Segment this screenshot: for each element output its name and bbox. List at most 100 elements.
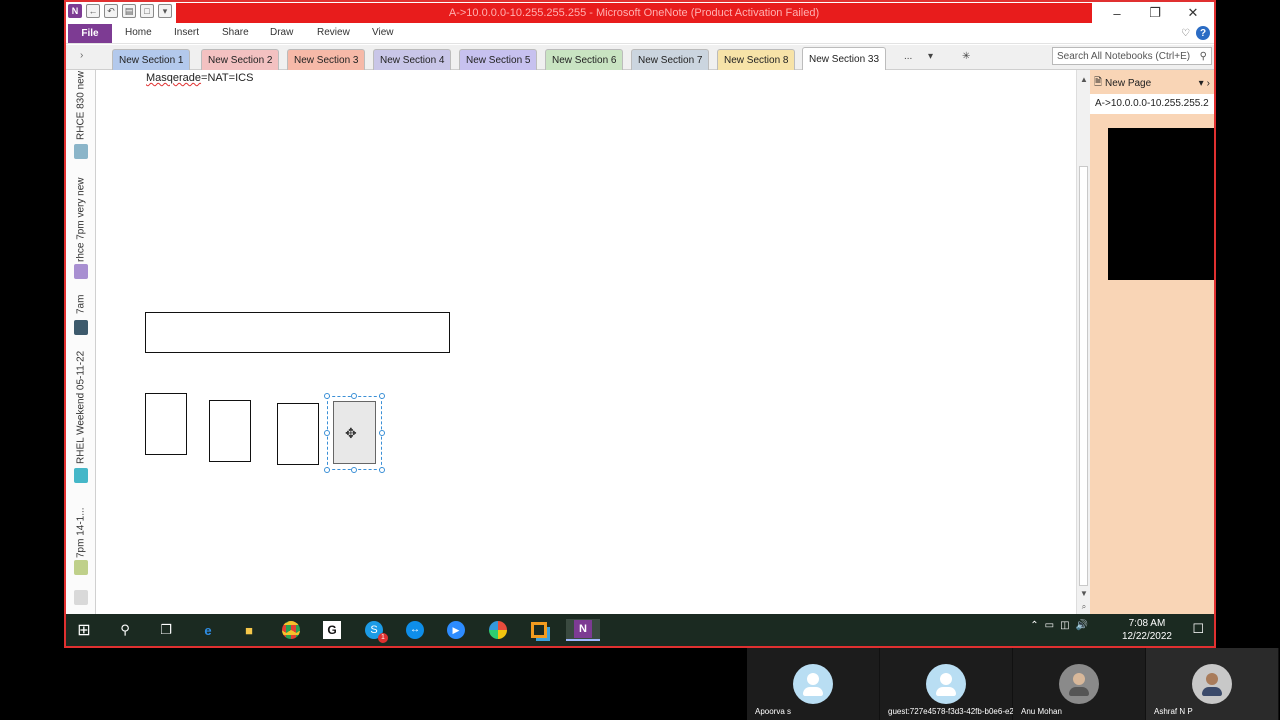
task-view-icon[interactable]: ❐ (154, 619, 178, 641)
participant-name: Anu Mohan (1021, 707, 1062, 716)
dock-icon[interactable]: ▤ (122, 4, 136, 18)
section-tab-5[interactable]: New Section 5 (459, 49, 538, 70)
chrome-icon[interactable] (279, 619, 303, 641)
search-icon[interactable]: ⚲ (113, 619, 137, 641)
tab-draw[interactable]: Draw (270, 27, 293, 38)
resize-handle[interactable] (324, 393, 330, 399)
small-rectangle-shape-2[interactable] (209, 400, 251, 462)
search-input[interactable]: Search All Notebooks (Ctrl+E) ⚲ (1052, 47, 1212, 65)
section-tab-8[interactable]: New Section 8 (717, 49, 796, 70)
more-sections-button[interactable]: ... (904, 51, 912, 62)
notebook-icon[interactable] (74, 144, 88, 159)
resize-handle[interactable] (351, 393, 357, 399)
section-tab-3[interactable]: New Section 3 (287, 49, 366, 70)
onenote-logo-icon: N (68, 4, 82, 18)
onenote-taskbar-icon[interactable]: N (566, 619, 600, 641)
action-center-icon[interactable]: ☐ (1192, 621, 1204, 637)
skype-icon[interactable]: S1 (362, 619, 388, 643)
scroll-up-icon[interactable]: ▲ (1077, 72, 1091, 86)
wide-rectangle-shape[interactable] (145, 312, 450, 353)
photos-icon[interactable] (486, 619, 510, 641)
zoom-icon[interactable]: ▶ (444, 619, 468, 641)
notebook-icon[interactable] (74, 264, 88, 279)
selected-shape-box[interactable]: ✥ (327, 396, 382, 470)
expand-notebooks-icon[interactable]: › (80, 50, 83, 61)
tab-insert[interactable]: Insert (174, 27, 199, 38)
close-button[interactable]: ✕ (1174, 2, 1212, 24)
note-canvas[interactable]: Masqerade=NAT=ICS ✥ (96, 70, 1076, 616)
restore-button[interactable]: ❐ (1136, 2, 1174, 24)
participant-tile[interactable]: Ashraf N P (1146, 648, 1279, 720)
notebook-icon[interactable] (74, 468, 88, 483)
customize-qat-icon[interactable]: ▾ (158, 4, 172, 18)
open-notebook-icon[interactable] (74, 320, 88, 335)
teamviewer-icon[interactable]: ↔ (403, 619, 427, 641)
quick-notes-icon[interactable] (74, 590, 88, 605)
collapse-pane-icon[interactable]: › (1207, 78, 1210, 89)
show-hidden-icons-icon[interactable]: ⌃ (1030, 620, 1038, 631)
page-view-icon[interactable]: □ (140, 4, 154, 18)
note-text-rest: =NAT=ICS (201, 72, 254, 84)
network-icon[interactable]: ◫ (1060, 620, 1069, 631)
notebook-rhce-7pm-very-new[interactable]: rhce 7pm very new (70, 174, 92, 262)
notebook-7am[interactable]: 7am (70, 292, 92, 314)
misspelled-word: Masqerade (146, 72, 202, 84)
small-rectangle-shape-1[interactable] (145, 393, 187, 455)
battery-icon[interactable]: ▭ (1045, 620, 1054, 631)
section-dropdown-icon[interactable]: ▾ (928, 51, 933, 62)
add-section-icon[interactable]: ✳ (962, 51, 970, 62)
tab-view[interactable]: View (372, 27, 394, 38)
note-text[interactable]: Masqerade=NAT=ICS (146, 72, 253, 84)
notebook-icon[interactable] (74, 560, 88, 575)
resize-handle[interactable] (379, 393, 385, 399)
participant-tile[interactable]: Apoorva s (747, 648, 880, 720)
back-icon[interactable]: ← (86, 4, 100, 18)
collapse-ribbon-icon[interactable]: ♡ (1181, 28, 1190, 39)
volume-icon[interactable]: 🔊 (1076, 620, 1088, 631)
help-icon[interactable]: ? (1196, 26, 1210, 40)
google-app-icon[interactable]: G (320, 619, 344, 641)
new-page-icon: 🗎 (1094, 76, 1103, 88)
resize-handle[interactable] (324, 467, 330, 473)
vmware-icon[interactable] (527, 619, 551, 641)
ribbon-tabs: File Home Insert Share Draw Review View … (66, 24, 1214, 44)
section-tab-7[interactable]: New Section 7 (631, 49, 710, 70)
section-tab-6[interactable]: New Section 6 (545, 49, 624, 70)
tab-share[interactable]: Share (222, 27, 249, 38)
resize-handle[interactable] (379, 467, 385, 473)
resize-handle[interactable] (351, 467, 357, 473)
undo-icon[interactable]: ↶ (104, 4, 118, 18)
notebook-rhel-weekend[interactable]: RHEL Weekend 05-11-22 (70, 348, 92, 464)
clock-time: 7:08 AM (1128, 618, 1166, 629)
section-tab-1[interactable]: New Section 1 (112, 49, 191, 70)
search-placeholder: Search All Notebooks (Ctrl+E) (1057, 50, 1191, 62)
minimize-button[interactable]: – (1098, 2, 1136, 24)
new-page-button[interactable]: 🗎 New Page ▾ › (1094, 74, 1210, 92)
notebook-7pm-14[interactable]: 7pm 14-1... (70, 498, 92, 558)
page-menu-icon[interactable]: ▾ (1199, 78, 1204, 89)
small-rectangle-shape-3[interactable] (277, 403, 319, 465)
skype-badge: 1 (378, 633, 388, 643)
tab-review[interactable]: Review (317, 27, 350, 38)
file-explorer-icon[interactable]: ■ (237, 619, 261, 641)
section-tab-4[interactable]: New Section 4 (373, 49, 452, 70)
tab-home[interactable]: Home (125, 27, 152, 38)
participant-name: Ashraf N P (1154, 707, 1193, 716)
page-list-pane: 🗎 New Page ▾ › A->10.0.0.0-10.255.255.2 (1090, 70, 1214, 616)
windows-start-icon[interactable]: ⊞ (72, 619, 96, 641)
resize-handle[interactable] (379, 430, 385, 436)
scroll-down-icon[interactable]: ▼ (1077, 586, 1091, 600)
section-tab-33[interactable]: New Section 33 (802, 47, 887, 70)
notebook-rhce-830-new[interactable]: RHCE 830 new (70, 71, 92, 140)
search-icon[interactable]: ⚲ (1200, 51, 1207, 62)
page-list-item[interactable]: A->10.0.0.0-10.255.255.2 (1090, 94, 1214, 114)
vertical-scrollbar[interactable]: ▲ ▼ ⌕ (1076, 70, 1090, 616)
edge-icon[interactable]: e (196, 619, 220, 641)
clock[interactable]: 7:08 AM 12/22/2022 (1122, 617, 1172, 643)
file-tab[interactable]: File (68, 24, 112, 43)
resize-handle[interactable] (324, 430, 330, 436)
section-tab-2[interactable]: New Section 2 (201, 49, 280, 70)
participant-tile[interactable]: guest:727e4578-f3d3-42fb-b0e6-e2... (880, 648, 1021, 720)
participant-tile[interactable]: Anu Mohan (1013, 648, 1146, 720)
scroll-thumb[interactable] (1079, 166, 1088, 586)
